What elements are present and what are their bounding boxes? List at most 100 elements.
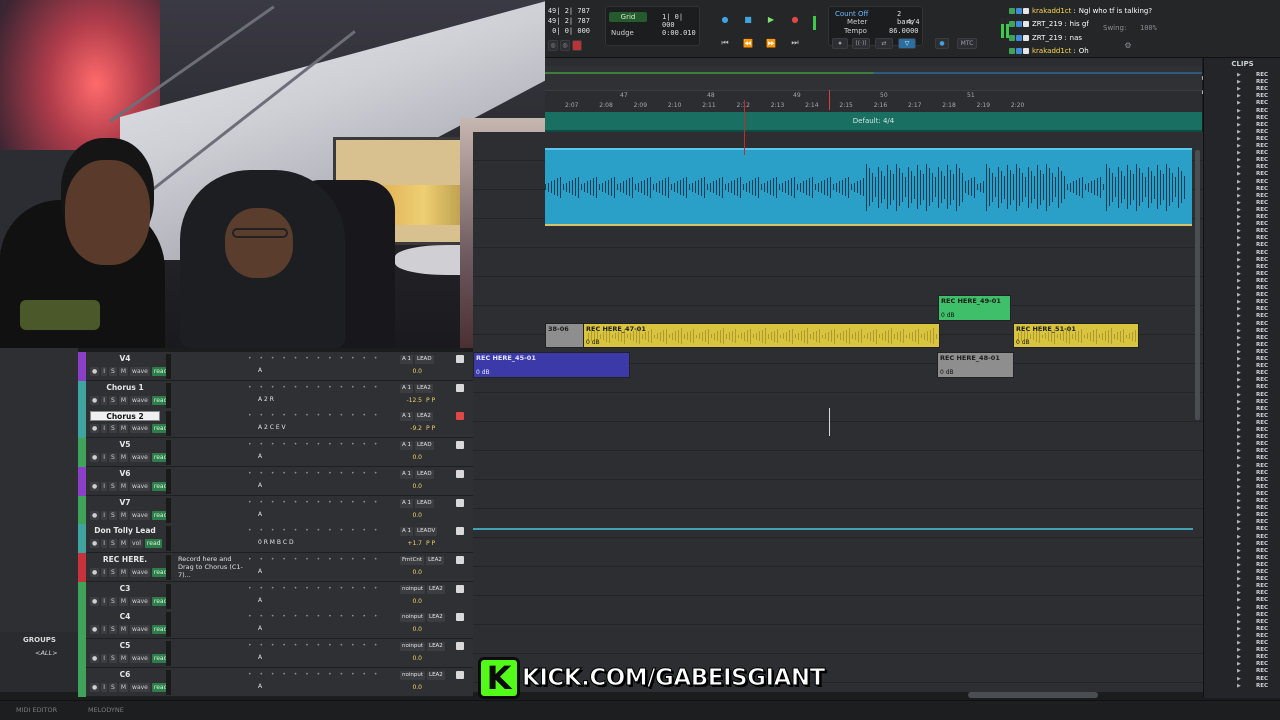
expand-arrow-icon[interactable]: ▶ [1237, 448, 1241, 454]
clip-list-item[interactable]: REC [1256, 619, 1268, 625]
clip-list-item[interactable]: REC [1256, 427, 1268, 433]
solo-button[interactable]: S [109, 682, 117, 692]
output-window-icon[interactable] [456, 441, 464, 450]
expand-arrow-icon[interactable]: ▶ [1237, 115, 1241, 121]
group-all[interactable]: <ALL> [35, 649, 58, 657]
view-mode[interactable]: wave [130, 395, 150, 405]
clip-list-item[interactable]: REC [1256, 221, 1268, 227]
expand-arrow-icon[interactable]: ▶ [1237, 79, 1241, 85]
io-selectors[interactable]: noinput LEA2 [400, 613, 445, 623]
input-monitor-button[interactable]: I [101, 510, 108, 520]
volume-value[interactable]: 0.0 [400, 655, 422, 662]
input-monitor-button[interactable]: I [101, 539, 108, 549]
mute-button[interactable]: M [118, 625, 129, 635]
clip-list-item[interactable]: REC [1256, 349, 1268, 355]
clip-list-item[interactable]: REC [1256, 299, 1268, 305]
output-window-icon[interactable] [456, 642, 464, 650]
volume-value[interactable]: -9.2 [400, 425, 422, 432]
expand-arrow-icon[interactable]: ▶ [1237, 526, 1241, 532]
volume-value[interactable]: +1.7 [400, 540, 422, 547]
output-selector[interactable]: LEA2 [426, 555, 444, 565]
volume-value[interactable]: 0.0 [400, 569, 422, 576]
expand-arrow-icon[interactable]: ▶ [1237, 640, 1241, 646]
expand-arrow-icon[interactable]: ▶ [1237, 562, 1241, 568]
clip-list-item[interactable]: REC [1256, 157, 1268, 163]
inserts-a-e[interactable]: • • • • • • • • • • • • [248, 613, 380, 620]
clip-list-item[interactable]: REC [1256, 470, 1268, 476]
clip-list-item[interactable]: REC [1256, 72, 1268, 78]
solo-button[interactable]: S [109, 567, 117, 577]
track-header[interactable]: C5 ● I S Mwave read • • • • • • • • • • • • Ano… [78, 639, 473, 668]
expand-arrow-icon[interactable]: ▶ [1237, 278, 1241, 284]
clip-list-item[interactable]: REC [1256, 576, 1268, 582]
record-arm-icon[interactable]: ● [90, 596, 100, 606]
automation-mode[interactable]: read [144, 539, 163, 549]
expand-arrow-icon[interactable]: ▶ [1237, 392, 1241, 398]
clip-list-item[interactable]: REC [1256, 541, 1268, 547]
sync-icon[interactable]: ● [935, 38, 949, 49]
track-lane[interactable] [473, 277, 1203, 306]
record-arm-icon[interactable]: ● [90, 682, 100, 692]
view-mode[interactable]: wave [130, 367, 150, 376]
clip-list-item[interactable]: REC [1256, 612, 1268, 618]
expand-arrow-icon[interactable]: ▶ [1237, 271, 1241, 277]
track-name[interactable]: V4 [90, 354, 160, 364]
clip-list-item[interactable]: REC [1256, 420, 1268, 426]
inserts-a-e[interactable]: • • • • • • • • • • • • [248, 585, 380, 592]
online-icon[interactable]: ● [717, 12, 733, 26]
output-window-icon[interactable] [456, 670, 464, 679]
rewind-icon[interactable]: ⏪ [740, 36, 756, 50]
metronome-icon[interactable]: ▽ [898, 38, 916, 49]
io-selectors[interactable]: A 1 LEAD [400, 355, 434, 364]
clip-list-item[interactable]: REC [1256, 534, 1268, 540]
track-name[interactable]: C6 [90, 670, 160, 680]
grid-value[interactable]: 1| 0| 000 [662, 13, 699, 29]
record-arm-icon[interactable]: ● [90, 510, 100, 520]
inserts-a-e[interactable]: • • • • • • • • • • • • [248, 355, 380, 362]
tab-melodyne[interactable]: MELODYNE [88, 706, 124, 714]
mute-button[interactable]: M [118, 654, 129, 663]
clip-list-item[interactable]: REC [1256, 136, 1268, 142]
solo-button[interactable]: S [109, 596, 117, 606]
expand-arrow-icon[interactable]: ▶ [1237, 235, 1241, 241]
expand-arrow-icon[interactable]: ▶ [1237, 583, 1241, 589]
input-monitor-button[interactable]: I [101, 395, 108, 405]
track-name[interactable]: C5 [90, 641, 160, 651]
input-monitor-button[interactable]: I [101, 596, 108, 606]
io-selectors[interactable]: A 1 LEAD [400, 469, 434, 479]
output-selector[interactable]: LEA2 [427, 670, 445, 680]
clip-list-item[interactable]: REC [1256, 285, 1268, 291]
clip-list-item[interactable]: REC [1256, 171, 1268, 177]
expand-arrow-icon[interactable]: ▶ [1237, 193, 1241, 199]
view-mode[interactable]: wave [130, 682, 150, 692]
insert-slots[interactable]: A [258, 568, 262, 575]
track-header[interactable]: V7 ● I S Mwave read • • • • • • • • • • • • A A … [78, 495, 473, 525]
clip-list-item[interactable]: REC [1256, 179, 1268, 185]
input-selector[interactable]: noinput [400, 642, 425, 651]
clip-list-item[interactable]: REC [1256, 242, 1268, 248]
output-window-icon[interactable] [456, 383, 464, 392]
expand-arrow-icon[interactable]: ▶ [1237, 548, 1241, 554]
chat-username[interactable]: krakadd1ct [1032, 47, 1071, 55]
clip-list-item[interactable]: REC [1256, 583, 1268, 589]
output-window-icon[interactable] [456, 355, 464, 363]
expand-arrow-icon[interactable]: ▶ [1237, 434, 1241, 440]
view-mode[interactable]: wave [130, 567, 150, 577]
expand-arrow-icon[interactable]: ▶ [1237, 292, 1241, 298]
loop-record-icon[interactable]: ⏺ [832, 38, 848, 49]
clip-list-item[interactable]: REC [1256, 605, 1268, 611]
volume-value[interactable]: 0.0 [400, 684, 422, 691]
record-arm-icon[interactable]: ● [90, 654, 100, 663]
input-selector[interactable]: A 1 [400, 441, 414, 451]
clip-list-item[interactable]: REC [1256, 328, 1268, 334]
track-lane[interactable] [473, 596, 1203, 625]
tab-midi-editor[interactable]: MIDI EDITOR [16, 706, 57, 714]
output-selector[interactable]: LEAD [415, 355, 434, 364]
clip-list-item[interactable]: REC [1256, 519, 1268, 525]
track-name[interactable]: Chorus 2 [90, 411, 160, 422]
mute-button[interactable]: M [118, 567, 129, 577]
view-mode[interactable]: vol [130, 539, 143, 549]
clip-list-item[interactable]: REC [1256, 555, 1268, 561]
expand-arrow-icon[interactable]: ▶ [1237, 597, 1241, 603]
expand-arrow-icon[interactable]: ▶ [1237, 136, 1241, 142]
